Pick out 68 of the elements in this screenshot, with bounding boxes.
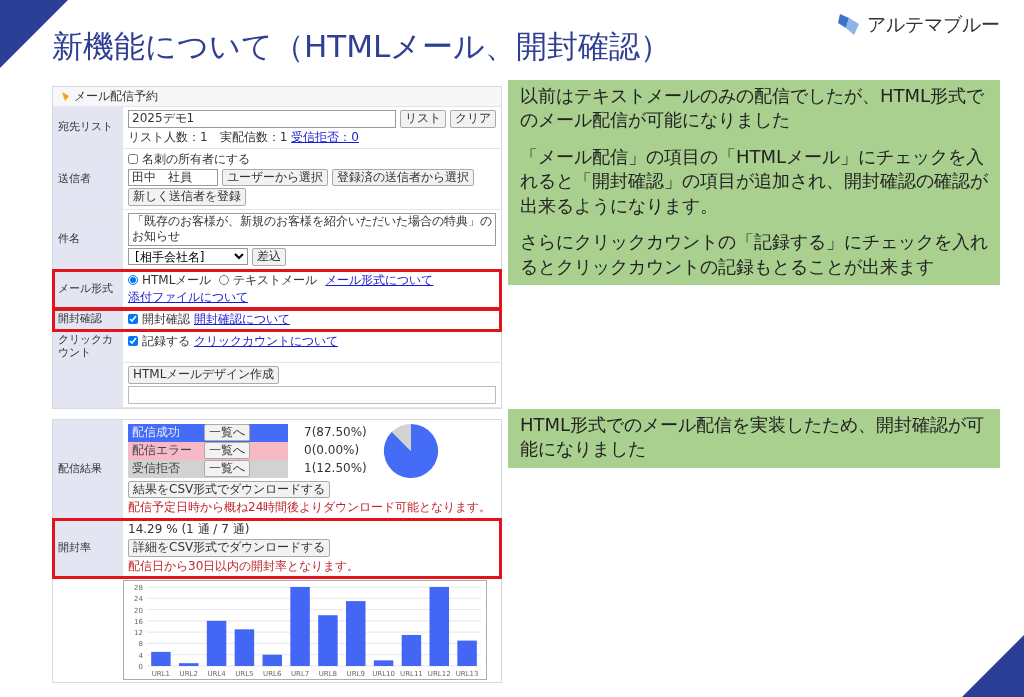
- button[interactable]: 詳細をCSV形式でダウンロードする: [128, 539, 331, 557]
- editor-field[interactable]: [128, 385, 496, 404]
- bar: [262, 654, 282, 666]
- status-name: 配信成功: [132, 425, 181, 441]
- status-count: 7(87.50%): [304, 424, 367, 442]
- button[interactable]: クリア: [450, 110, 496, 128]
- checkbox[interactable]: [128, 154, 138, 165]
- bullet-icon: [61, 91, 70, 102]
- button[interactable]: ユーザーから選択: [222, 168, 328, 187]
- row-label: クリックカウント: [53, 330, 123, 363]
- subject-field[interactable]: 「既存のお客様が、新規のお客様を紹介いただいた場合の特典」のお知らせ: [128, 212, 496, 246]
- button[interactable]: 新しく送信者を登録: [128, 188, 246, 206]
- button[interactable]: 一覧へ: [204, 423, 250, 442]
- bar: [234, 629, 255, 666]
- button[interactable]: リスト: [400, 110, 446, 128]
- panel-title: メール配信予約: [74, 89, 158, 104]
- status-count: 0(0.00%): [304, 442, 361, 460]
- company-select[interactable]: [相手会社名]: [128, 248, 248, 266]
- notice-text: 配信予定日時から概ね24時間後よりダウンロード可能となります。: [128, 500, 492, 516]
- note-text: さらにクリックカウントの「記録する」にチェックを入れるとクリックカウントの記録もとることが出来ます: [520, 230, 988, 279]
- checkbox[interactable]: [128, 336, 138, 347]
- checkbox-label: 開封確認: [142, 311, 190, 327]
- bar: [318, 615, 338, 666]
- slide-title: 新機能について（HTMLメール、開封確認）: [52, 28, 672, 66]
- checkbox[interactable]: [128, 314, 138, 325]
- note-text: 以前はテキストメールのみの配信でしたが、HTML形式でのメール配信が可能になりました: [520, 84, 986, 133]
- notice-text: 配信日から30日以内の開封率となります。: [128, 558, 360, 574]
- corner-decoration: [962, 635, 1024, 697]
- link[interactable]: 開封確認について: [194, 311, 290, 327]
- button[interactable]: 差込: [252, 247, 286, 266]
- sender-field[interactable]: 田中 社員: [128, 168, 218, 187]
- bar: [206, 620, 227, 666]
- button[interactable]: 結果をCSV形式でダウンロードする: [128, 480, 331, 499]
- status-name: 配信エラー: [132, 443, 193, 459]
- button[interactable]: 登録済の送信者から選択: [332, 168, 474, 187]
- radio-label: HTMLメール: [142, 272, 212, 288]
- status-name: 受信拒否: [132, 461, 181, 477]
- radio-label: テキストメール: [233, 272, 318, 288]
- logo-icon: [837, 12, 861, 37]
- row-label: 開封率: [53, 519, 123, 577]
- row-label: 送信者: [53, 148, 123, 209]
- bar: [151, 651, 171, 666]
- note-text: HTML形式でのメール配信を実装したため、開封確認が可能になりました: [520, 412, 986, 462]
- status-count: 1(12.50%): [304, 460, 367, 478]
- list-info: リスト人数：1 実配信数：1: [128, 129, 288, 145]
- button[interactable]: HTMLメールデザイン作成: [128, 366, 280, 384]
- list-field[interactable]: 2025デモ1: [128, 110, 396, 128]
- bar: [401, 634, 422, 666]
- logo-text: アルテマブルー: [867, 12, 1000, 37]
- bar: [346, 600, 366, 666]
- note-text: 「メール配信」の項目の「HTMLメール」にチェックを入れると「開封確認」の項目が追加され、開封確認の確認が出来るようになります。: [520, 144, 988, 218]
- row-label: 開封確認: [53, 308, 123, 330]
- link[interactable]: クリックカウントについて: [194, 333, 338, 349]
- checkbox-label: 記録する: [142, 333, 190, 349]
- checkbox-label: 名刺の所有者にする: [142, 151, 250, 167]
- bar: [179, 663, 199, 666]
- link[interactable]: 添付ファイルについて: [128, 289, 248, 305]
- bar: [457, 640, 477, 666]
- row-label: 宛先リスト: [53, 107, 123, 148]
- row-label: 配信結果: [53, 419, 123, 519]
- radio-button[interactable]: [219, 275, 230, 286]
- bar: [373, 660, 394, 666]
- row-label: メール形式: [53, 269, 123, 308]
- link[interactable]: メール形式について: [325, 272, 434, 288]
- radio-button[interactable]: [128, 275, 138, 286]
- row-label: 件名: [53, 209, 123, 269]
- open-rate: 14.29 % (1 通 / 7 通): [128, 522, 251, 538]
- link[interactable]: 受信拒否：0: [291, 129, 359, 145]
